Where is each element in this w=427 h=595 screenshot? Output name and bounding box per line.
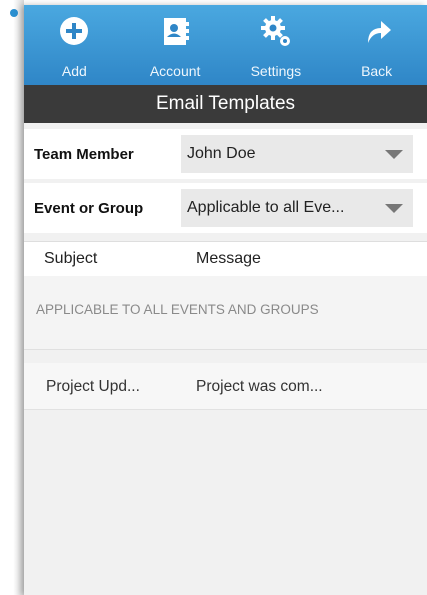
team-member-value: John Doe [187, 145, 256, 162]
team-member-label: Team Member [34, 145, 134, 163]
event-group-value: Applicable to all Eve... [187, 199, 345, 216]
screen-edge [0, 0, 24, 595]
event-group-row: Event or Group Applicable to all Eve... [24, 183, 427, 233]
column-message[interactable]: Message [196, 250, 261, 268]
back-arrow-icon [361, 15, 393, 52]
event-group-select[interactable]: Applicable to all Eve... [181, 189, 413, 227]
chevron-down-icon [385, 150, 403, 159]
account-label: Account [149, 63, 201, 79]
table-row[interactable]: Project Upd... Project was com... [24, 363, 427, 410]
row-subject: Project Upd... [46, 378, 140, 395]
account-button[interactable]: Account [125, 5, 226, 85]
table-header: Subject Message [24, 241, 427, 277]
plus-circle-icon [58, 15, 90, 52]
page-title: Email Templates [24, 85, 427, 123]
add-label: Add [61, 63, 87, 79]
column-subject[interactable]: Subject [44, 250, 97, 268]
event-group-label: Event or Group [34, 199, 144, 217]
back-button[interactable]: Back [326, 5, 427, 85]
toolbar: Add Account Settings Back [24, 5, 427, 85]
settings-button[interactable]: Settings [226, 5, 327, 85]
chevron-down-icon [385, 204, 403, 213]
gear-icon [259, 15, 293, 54]
team-member-select[interactable]: John Doe [181, 135, 413, 173]
indicator-dot [10, 9, 18, 17]
add-button[interactable]: Add [24, 5, 125, 85]
address-book-icon [159, 15, 191, 52]
row-message: Project was com... [196, 378, 323, 395]
section-header: APPLICABLE TO ALL EVENTS AND GROUPS [24, 276, 427, 350]
team-member-row: Team Member John Doe [24, 129, 427, 179]
back-label: Back [361, 63, 393, 79]
app-screen: Add Account Settings Back Email Template… [24, 5, 427, 595]
settings-label: Settings [250, 63, 302, 79]
